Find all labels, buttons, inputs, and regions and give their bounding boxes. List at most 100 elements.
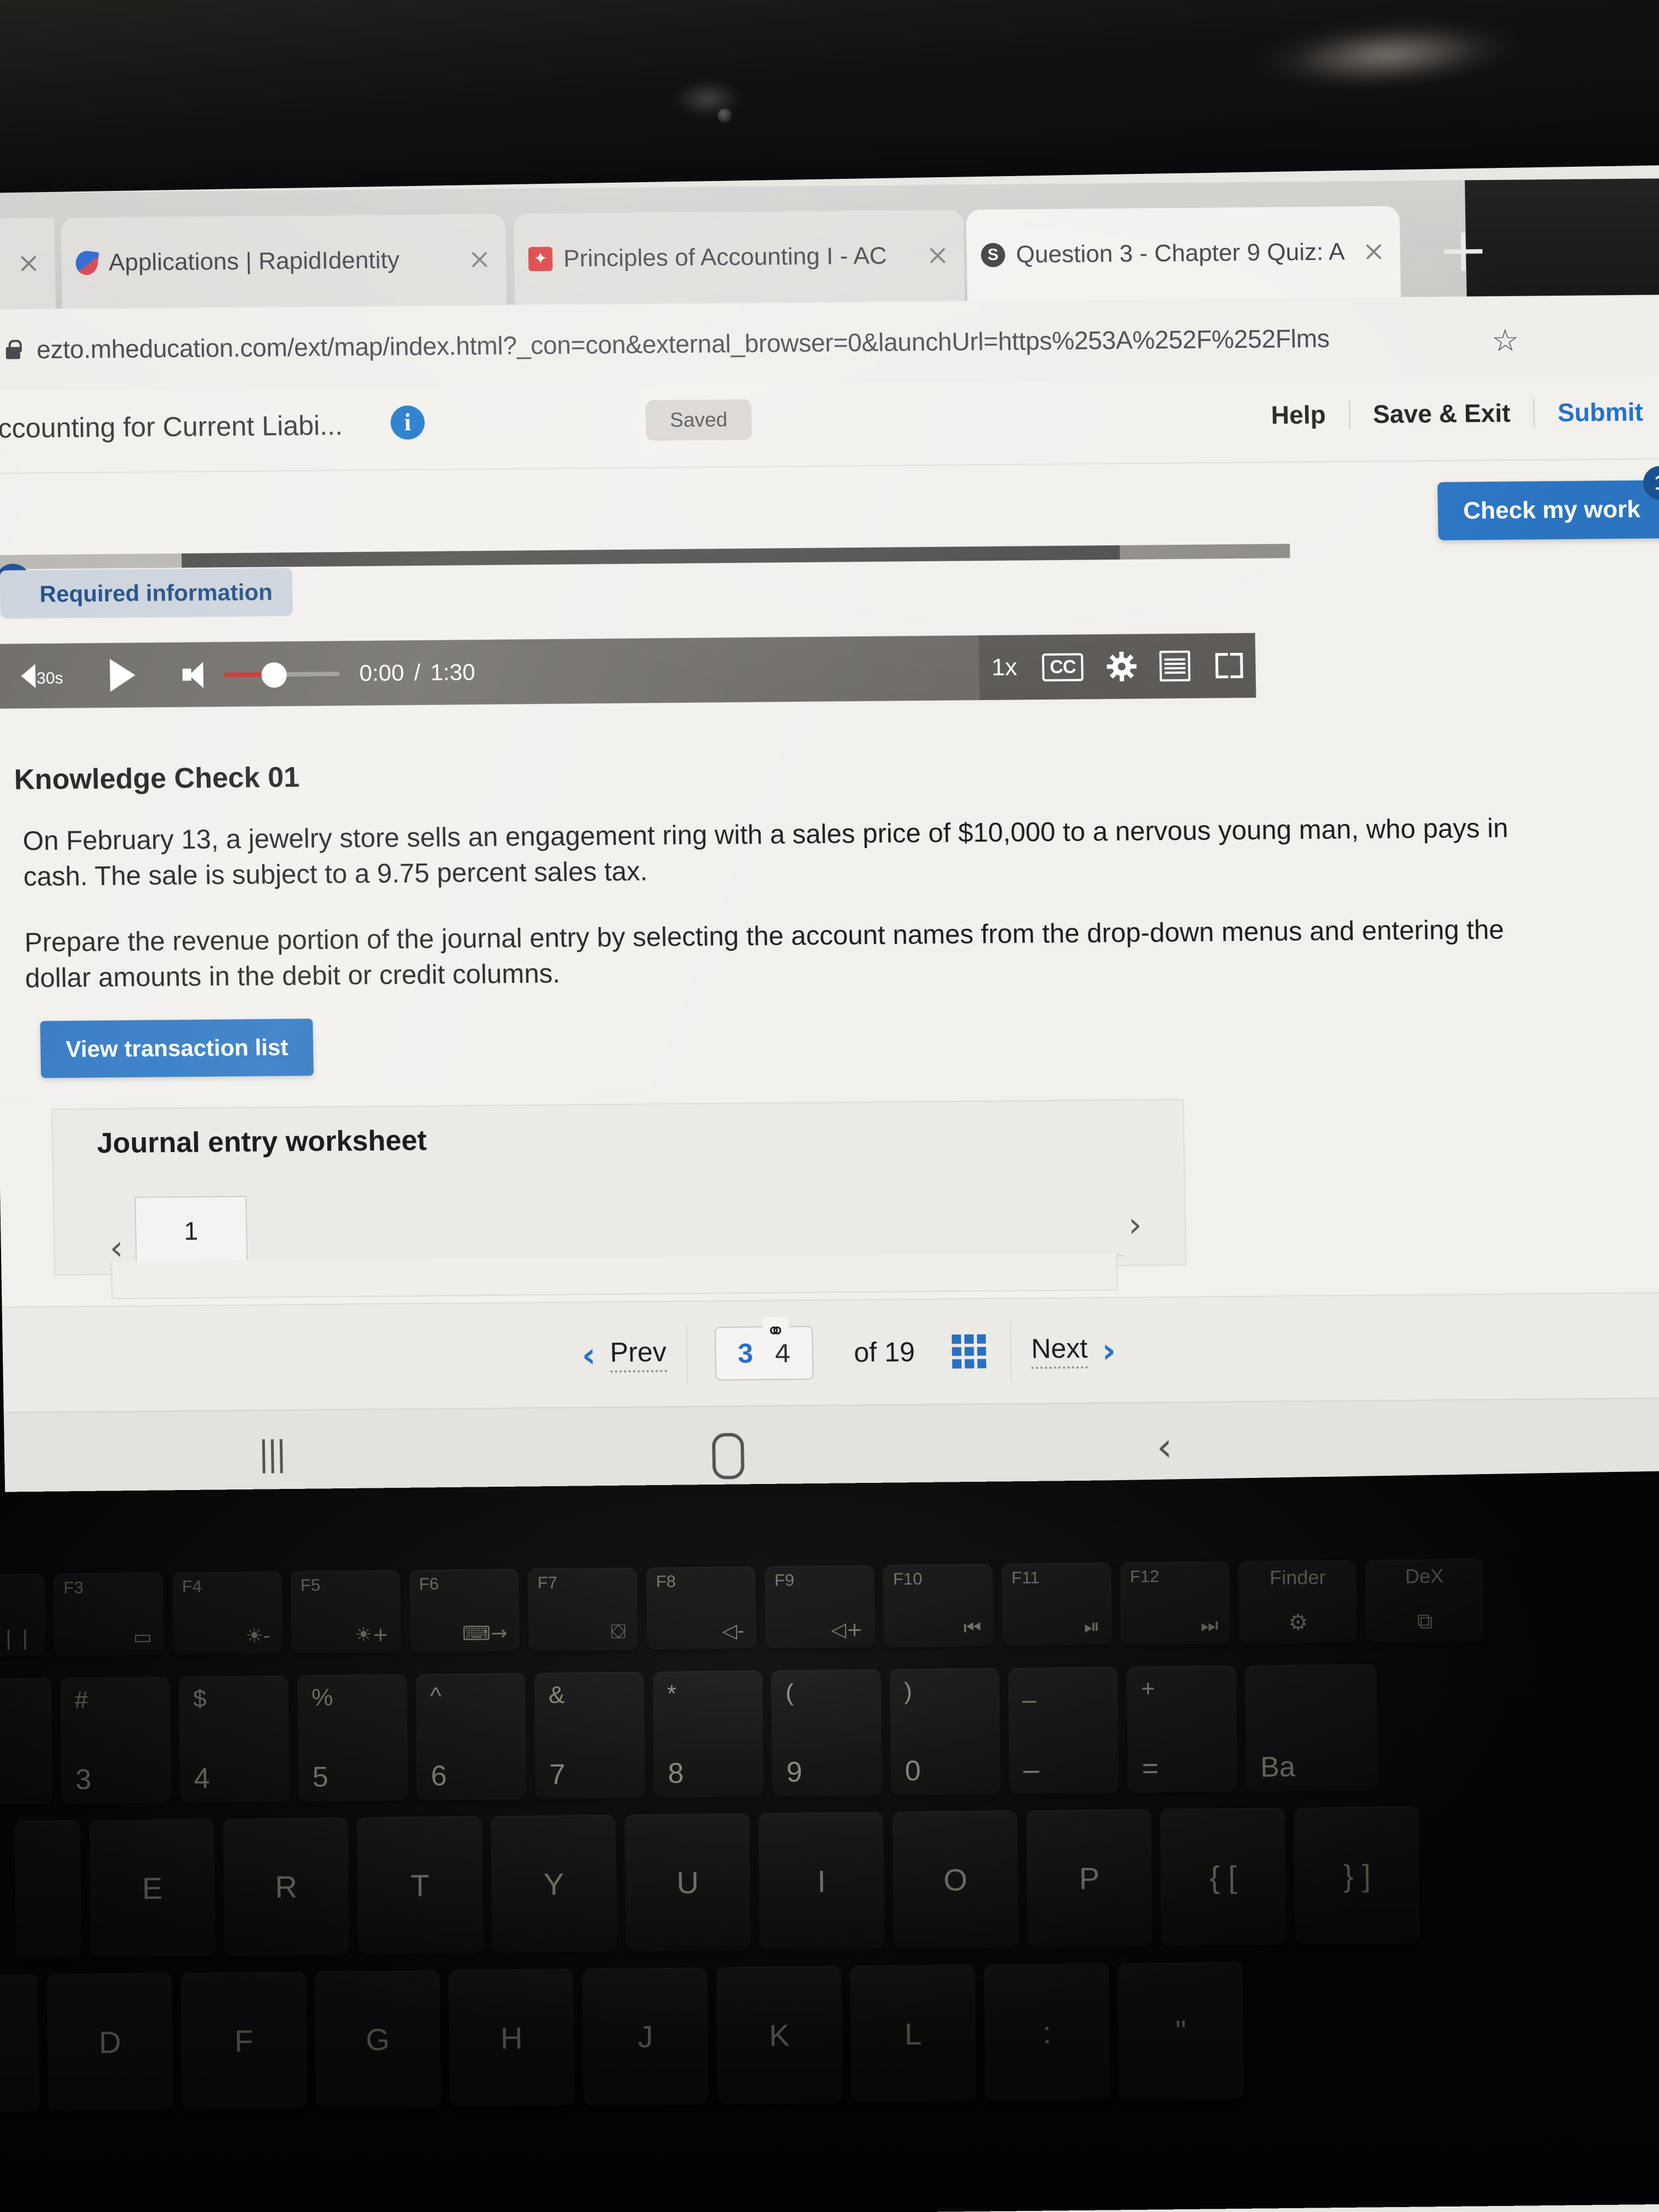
key-"[interactable]: " xyxy=(1118,1962,1244,2100)
monitor-screen: T Applications | RapidIdentity ✦ Princip… xyxy=(0,165,1659,1499)
key-shift-label: ^ xyxy=(430,1683,442,1710)
prev-chevron-icon[interactable]: ‹ xyxy=(582,1335,596,1375)
check-my-work-button[interactable]: Check my work xyxy=(1437,480,1659,540)
screenshot-root: T Applications | RapidIdentity ✦ Princip… xyxy=(0,0,1659,2212)
gear-icon[interactable] xyxy=(1108,653,1135,680)
key-d[interactable]: D xyxy=(47,1973,173,2111)
key-l[interactable]: L xyxy=(850,1965,977,2103)
grid-icon[interactable] xyxy=(952,1334,986,1369)
key-e[interactable]: E xyxy=(89,1819,216,1957)
back-icon[interactable]: ‹ xyxy=(1156,1427,1173,1466)
key-0[interactable]: ) 0 xyxy=(889,1668,1000,1796)
key-f3[interactable]: F3 ▭ xyxy=(54,1572,165,1656)
next-chevron-icon[interactable]: › xyxy=(1102,1330,1116,1370)
info-icon[interactable]: i xyxy=(391,405,425,440)
key-dex[interactable]: DeX ⧉ xyxy=(1365,1559,1484,1642)
key-5[interactable]: % 5 xyxy=(297,1674,408,1802)
play-icon[interactable] xyxy=(110,659,136,692)
save-exit-button[interactable]: Save & Exit xyxy=(1348,398,1533,429)
submit-button[interactable]: Submit xyxy=(1533,397,1659,427)
key-f10[interactable]: F10 ⏮ xyxy=(883,1564,994,1647)
key-f4[interactable]: F4 ☀- xyxy=(172,1571,283,1655)
chevron-right-icon[interactable]: › xyxy=(1128,1208,1142,1242)
key-9[interactable]: (9 xyxy=(771,1669,882,1797)
key-finder[interactable]: Finder ⚙ xyxy=(1238,1560,1357,1644)
volume-icon[interactable] xyxy=(183,661,212,688)
chevron-left-icon[interactable]: ‹ xyxy=(109,1231,123,1265)
key-blank0[interactable] xyxy=(14,1820,82,1958)
close-icon[interactable] xyxy=(926,244,950,268)
mcgraw-hill-favicon: ✦ xyxy=(528,247,553,271)
key-–[interactable]: _ – xyxy=(1008,1667,1119,1794)
key-:[interactable]: : xyxy=(984,1963,1110,2101)
key-i[interactable]: I xyxy=(758,1812,885,1950)
key-g[interactable]: G xyxy=(314,1970,441,2108)
key-o[interactable]: O xyxy=(892,1810,1019,1949)
volume-slider[interactable] xyxy=(224,662,340,685)
transcript-icon[interactable] xyxy=(1160,651,1191,681)
key-4[interactable]: $4 xyxy=(179,1675,290,1803)
page-number-box[interactable]: ⚭ 3 4 xyxy=(714,1326,814,1381)
key-7[interactable]: & 7 xyxy=(534,1672,645,1799)
prev-button[interactable]: Prev xyxy=(610,1336,667,1373)
fullscreen-icon[interactable] xyxy=(1215,653,1243,678)
tabstrip-edge xyxy=(1465,178,1659,296)
key-f[interactable]: F xyxy=(180,1972,307,2110)
key-3[interactable]: #3 xyxy=(60,1677,171,1804)
new-tab-button[interactable] xyxy=(1444,232,1483,271)
next-button[interactable]: Next xyxy=(1031,1332,1088,1369)
playback-speed-button[interactable]: 1x xyxy=(991,654,1017,681)
key-blank0[interactable] xyxy=(0,1974,40,2112)
key-f11[interactable]: F11 ⏯ xyxy=(1001,1562,1112,1646)
key-u[interactable]: U xyxy=(624,1813,751,1951)
home-icon[interactable] xyxy=(712,1433,744,1479)
browser-tab-3-active[interactable]: S Question 3 - Chapter 9 Quiz: A xyxy=(966,206,1401,301)
rewind-30s-button[interactable]: 30s xyxy=(21,664,63,689)
key-label: 6 xyxy=(431,1759,447,1792)
key-icon: ⚙ xyxy=(1239,1610,1357,1636)
key-=[interactable]: + = xyxy=(1126,1666,1237,1793)
key-t[interactable]: T xyxy=(357,1816,483,1954)
key-p[interactable]: P xyxy=(1026,1809,1153,1948)
view-transaction-list-button[interactable]: View transaction list xyxy=(40,1019,314,1078)
key-f7[interactable]: F7 ⛋ xyxy=(528,1567,639,1651)
key-label: D xyxy=(47,2024,173,2061)
key-h[interactable]: H xyxy=(448,1969,575,2107)
key-fn0[interactable]: ❘❘ xyxy=(0,1574,46,1657)
key-num0[interactable] xyxy=(0,1678,53,1805)
key-f5[interactable]: F5 ☀+ xyxy=(291,1570,402,1654)
close-icon[interactable] xyxy=(16,251,41,275)
address-bar[interactable]: ezto.mheducation.com/ext/map/index.html?… xyxy=(0,295,1659,391)
key-y[interactable]: Y xyxy=(490,1815,617,1953)
key-}][interactable]: } ] xyxy=(1294,1807,1420,1945)
key-f9[interactable]: F9 ◁+ xyxy=(764,1565,875,1649)
close-icon[interactable] xyxy=(467,247,492,272)
close-icon[interactable] xyxy=(1362,240,1386,264)
help-button[interactable]: Help xyxy=(1248,399,1349,430)
progress-segment-complete xyxy=(0,554,182,569)
key-8[interactable]: * 8 xyxy=(652,1671,763,1798)
cc-icon[interactable]: CC xyxy=(1042,653,1084,681)
key-j[interactable]: J xyxy=(582,1967,709,2106)
star-icon[interactable]: ☆ xyxy=(1491,323,1519,359)
key-icon: ⏯ xyxy=(1084,1616,1100,1639)
key-f12[interactable]: F12 ⏭ xyxy=(1120,1561,1231,1645)
key-f8[interactable]: F8 ◁- xyxy=(646,1566,757,1650)
key-label: 8 xyxy=(668,1757,684,1790)
browser-tab-2[interactable]: ✦ Principles of Accounting I - AC xyxy=(514,210,965,304)
key-6[interactable]: ^ 6 xyxy=(416,1673,527,1801)
keyboard-function-row: ❘❘ F3 ▭ F4 ☀- F5 ☀+ F6 ⌨→ F7 ⛋ F8 ◁- F9 ◁+ F10 ⏮ F11 ⏯ F12 ⏭… xyxy=(0,1559,1493,1657)
key-label: } ] xyxy=(1294,1857,1420,1894)
browser-tab-1[interactable]: Applications | RapidIdentity xyxy=(61,214,507,309)
url-text: ezto.mheducation.com/ext/map/index.html?… xyxy=(36,324,1330,365)
key-f6[interactable]: F6 ⌨→ xyxy=(409,1569,520,1652)
key-Ba[interactable]: Ba xyxy=(1245,1664,1378,1792)
worksheet-tab-1[interactable]: 1 xyxy=(134,1196,247,1265)
key-{[[interactable]: { [ xyxy=(1160,1808,1286,1946)
key-r[interactable]: R xyxy=(223,1818,349,1956)
key-label: F9 xyxy=(775,1570,795,1590)
recents-icon[interactable] xyxy=(262,1439,294,1473)
browser-tab-0[interactable]: T xyxy=(0,218,56,310)
key-k[interactable]: K xyxy=(716,1966,843,2104)
key-label: 9 xyxy=(786,1756,803,1788)
